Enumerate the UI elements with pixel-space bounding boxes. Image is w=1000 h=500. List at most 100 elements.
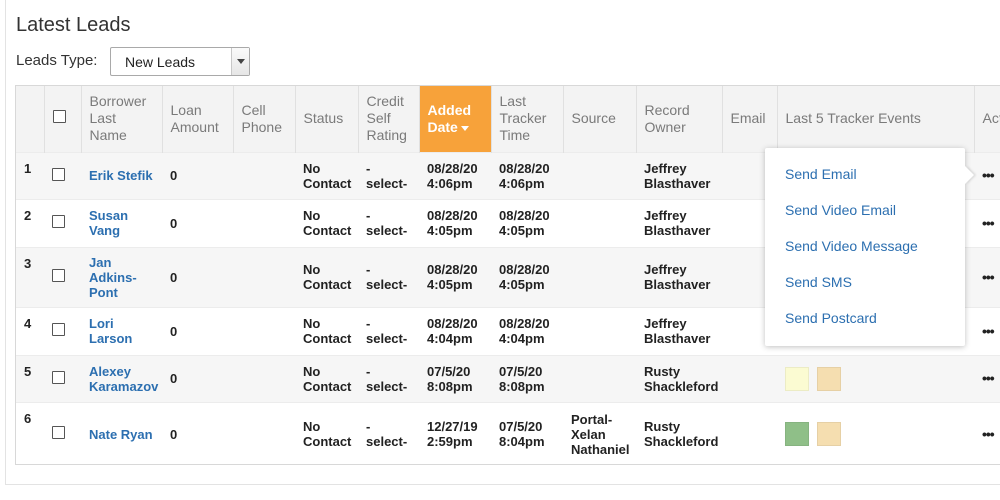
- more-actions-icon[interactable]: •••: [982, 323, 995, 339]
- cell-text: 08/28/20: [499, 262, 550, 277]
- cell-phone-cell: [233, 306, 295, 355]
- row-select-cell: [44, 354, 81, 402]
- leads-type-value: New Leads: [125, 54, 196, 70]
- row-checkbox[interactable]: [52, 370, 65, 384]
- row-checkbox[interactable]: [52, 426, 65, 440]
- tracker-event-swatch[interactable]: [817, 422, 841, 447]
- actions-cell: •••: [974, 401, 1000, 464]
- cell-text: No: [303, 316, 321, 331]
- cell-text: 07/5/20: [499, 363, 543, 379]
- header-label: Credit: [366, 93, 404, 110]
- cell-text: 08/28/20: [427, 316, 478, 331]
- menu-item-send-video-message[interactable]: Send Video Message: [785, 238, 918, 254]
- credit-rating-cell[interactable]: -select-: [358, 354, 419, 402]
- header-status[interactable]: Status: [295, 86, 359, 152]
- cell-text: Rusty: [644, 419, 681, 435]
- source-cell: [563, 306, 636, 355]
- borrower-name-link[interactable]: Alexey Karamazov: [89, 364, 158, 394]
- menu-item-send-video-email[interactable]: Send Video Email: [785, 202, 896, 218]
- borrower-name-link[interactable]: Susan Vang: [89, 208, 128, 238]
- row-checkbox[interactable]: [52, 167, 65, 181]
- header-cell-phone[interactable]: Cell Phone: [233, 86, 296, 152]
- row-checkbox[interactable]: [52, 323, 65, 336]
- cell-text: Jeffrey: [644, 208, 687, 223]
- loan-amount-cell: 0: [162, 401, 233, 464]
- more-actions-icon[interactable]: •••: [982, 269, 995, 285]
- more-actions-icon[interactable]: •••: [982, 370, 995, 386]
- cell-text: Blasthaver: [644, 331, 711, 346]
- loan-amount-cell: 0: [162, 354, 233, 402]
- menu-item-send-sms[interactable]: Send SMS: [785, 274, 852, 290]
- email-cell: [722, 401, 777, 464]
- row-checkbox[interactable]: [52, 215, 65, 228]
- header-last-tracker-time[interactable]: Last Tracker Time: [491, 86, 564, 152]
- actions-cell: •••: [974, 306, 1000, 355]
- cell-text: 4:05pm: [427, 277, 473, 292]
- credit-rating-cell[interactable]: -select-: [358, 246, 419, 307]
- header-label: Name: [89, 127, 127, 144]
- borrower-name-link[interactable]: Nate Ryan: [89, 427, 153, 442]
- email-cell: [722, 354, 777, 402]
- credit-rating-cell[interactable]: -select-: [358, 306, 419, 355]
- cell-text: No: [303, 160, 321, 176]
- borrower-name-cell: Susan Vang: [81, 198, 162, 247]
- cell-text: 08/28/20: [499, 160, 550, 176]
- added-date-cell: 08/28/20 4:06pm: [419, 151, 491, 199]
- cell-text: No: [303, 208, 321, 223]
- chevron-down-icon[interactable]: [231, 48, 249, 75]
- source-cell: Portal- Xelan Nathaniel: [563, 401, 636, 464]
- status-cell: No Contact: [295, 246, 358, 307]
- record-owner-cell: Jeffrey Blasthaver: [636, 306, 722, 355]
- tracker-event-swatch[interactable]: [785, 366, 809, 391]
- cell-phone-cell: [233, 354, 295, 402]
- header-label: Email: [730, 110, 766, 127]
- borrower-name-link[interactable]: Erik Stefik: [89, 168, 153, 183]
- borrower-name-link[interactable]: Lori Larson: [89, 316, 132, 346]
- cell-phone-cell: [233, 401, 295, 464]
- header-label: Date: [427, 118, 458, 135]
- row-checkbox[interactable]: [52, 269, 65, 282]
- cell-text: Shackleford: [644, 378, 719, 394]
- row-select-cell: [44, 198, 81, 247]
- header-source[interactable]: Source: [563, 86, 637, 152]
- header-added-date[interactable]: Added Date: [419, 86, 492, 152]
- last-tracker-time-cell: 07/5/20 8:08pm: [491, 354, 563, 402]
- header-credit-self-rating[interactable]: Credit Self Rating: [358, 86, 420, 152]
- credit-rating-cell[interactable]: -select-: [358, 198, 419, 247]
- cell-phone-cell: [233, 198, 295, 247]
- table-row[interactable]: 6 Nate Ryan 0 No Contact -select- 12/27/19 2:59…: [16, 401, 1000, 464]
- table-row[interactable]: 5 Alexey Karamazov 0 No Contact -select- 07/5/…: [16, 354, 1000, 402]
- more-actions-icon[interactable]: •••: [982, 167, 995, 183]
- row-select-cell: [44, 306, 81, 355]
- select-all-checkbox[interactable]: [52, 110, 66, 124]
- leads-type-select[interactable]: New Leads: [110, 47, 250, 76]
- loan-amount-cell: 0: [162, 246, 233, 307]
- tracker-event-swatch[interactable]: [817, 366, 841, 391]
- header-borrower-last-name[interactable]: Borrower Last Name: [81, 86, 163, 152]
- cell-text: Jeffrey: [644, 160, 687, 176]
- row-number: 6: [16, 401, 44, 464]
- header-loan-amount[interactable]: Loan Amount: [162, 86, 234, 152]
- borrower-name-cell: Lori Larson: [81, 306, 162, 355]
- borrower-name-link[interactable]: Jan Adkins-Pont: [89, 255, 137, 300]
- menu-item-send-email[interactable]: Send Email: [785, 166, 857, 182]
- tracker-events-cell: [777, 401, 974, 464]
- row-number: 4: [16, 306, 44, 355]
- header-record-owner[interactable]: Record Owner: [636, 86, 723, 152]
- row-select-cell: [44, 401, 81, 464]
- more-actions-icon[interactable]: •••: [982, 426, 995, 442]
- header-email[interactable]: Email: [722, 86, 778, 152]
- credit-rating-cell[interactable]: -select-: [358, 401, 419, 464]
- cell-text: Portal-: [571, 411, 613, 427]
- last-tracker-time-cell: 08/28/20 4:04pm: [491, 306, 563, 355]
- more-actions-icon[interactable]: •••: [982, 215, 995, 231]
- status-cell: No Contact: [295, 354, 358, 402]
- credit-rating-cell[interactable]: -select-: [358, 151, 419, 199]
- header-label: Rating: [366, 127, 407, 144]
- cell-text: 08/28/20: [427, 208, 478, 223]
- cell-text: Xelan: [571, 426, 606, 442]
- tracker-event-swatch[interactable]: [785, 422, 809, 447]
- record-owner-cell: Jeffrey Blasthaver: [636, 198, 722, 247]
- menu-item-send-postcard[interactable]: Send Postcard: [785, 310, 877, 326]
- leads-type-label: Leads Type:: [16, 52, 98, 69]
